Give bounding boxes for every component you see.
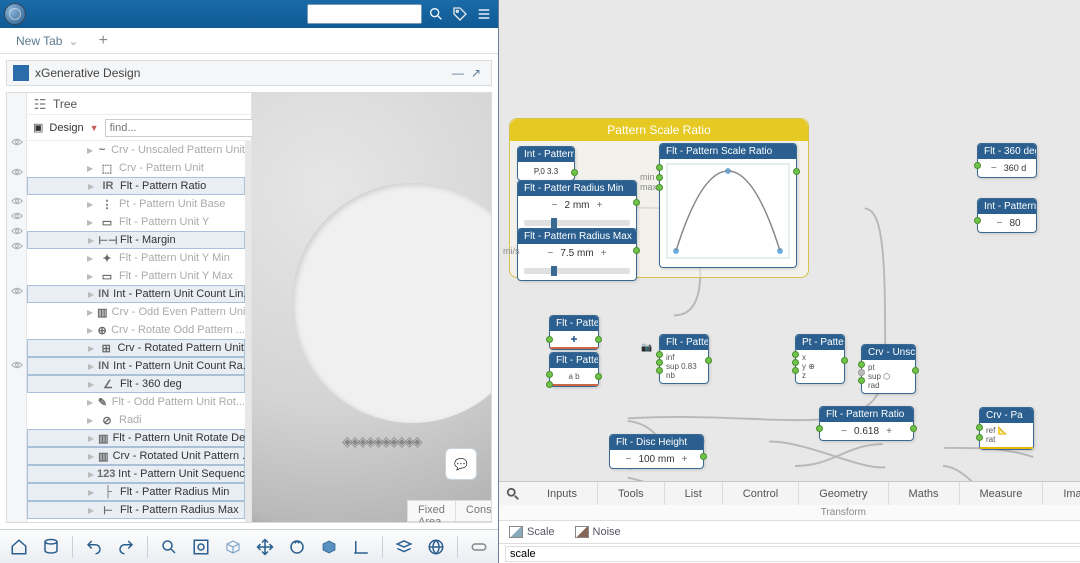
category-tools[interactable]: Tools: [598, 482, 665, 506]
tree-item[interactable]: ▶∠Flt - 360 deg: [27, 375, 245, 393]
tree-item[interactable]: ▶123Int - Pattern Unit Sequence: [27, 465, 245, 483]
pattern-preview: ◈◈◈◈◈◈◈◈◈◈: [342, 433, 420, 450]
tree-item[interactable]: ▶▥Flt - Pattern Unit Rotate Deg: [27, 429, 245, 447]
chat-button[interactable]: 💬: [445, 448, 477, 480]
pan-button[interactable]: [252, 534, 278, 560]
tree-item[interactable]: ▶⬚Crv - Pattern Unit: [27, 159, 245, 177]
toggle-button[interactable]: [466, 534, 492, 560]
world-button[interactable]: [423, 534, 449, 560]
menu-icon[interactable]: [474, 4, 494, 24]
layers-button[interactable]: [391, 534, 417, 560]
subtab-fixed-area[interactable]: Fixed Area: [408, 501, 456, 521]
cube-iso-button[interactable]: [220, 534, 246, 560]
rotate-button[interactable]: [284, 534, 310, 560]
node-radius-max[interactable]: Flt - Pattern Radius Max −7.5 mm+: [517, 228, 637, 281]
new-tab-button[interactable]: +: [99, 32, 108, 50]
category-control[interactable]: Control: [723, 482, 799, 506]
axis-button[interactable]: [348, 534, 374, 560]
tree-item[interactable]: ▶✦Flt - Pattern Unit Y Min: [27, 249, 245, 267]
node-int-pattern-ur[interactable]: Int - Pattern Ur −80: [977, 198, 1037, 233]
node-int-pattern[interactable]: Int - Pattern P,0 3.3: [517, 146, 575, 181]
category-maths[interactable]: Maths: [889, 482, 960, 506]
node-disc-height[interactable]: Flt - Disc Height −100 mm+: [609, 434, 704, 469]
subtab-construct[interactable]: Construct: [456, 501, 491, 521]
cube-icon: ▣: [33, 121, 43, 134]
category-list[interactable]: List: [665, 482, 723, 506]
undo-button[interactable]: [81, 534, 107, 560]
compass-logo[interactable]: [4, 3, 26, 25]
tab-label: New Tab: [16, 34, 62, 48]
node-radius-min[interactable]: Flt - Patter Radius Min −2 mm+: [517, 180, 637, 233]
tree-item[interactable]: ▶▥Crv - Rotated Unit Pattern ...: [27, 447, 245, 465]
chevron-down-icon[interactable]: ⌄: [68, 34, 78, 48]
node-search-input[interactable]: [505, 546, 1080, 562]
tag-icon[interactable]: [450, 4, 470, 24]
tree-item[interactable]: ▶⊕Crv - Rotate Odd Pattern ...: [27, 321, 245, 339]
node-flt-patte-2[interactable]: Flt - Patte a b: [549, 352, 599, 387]
global-search-input[interactable]: [307, 4, 422, 24]
subcategory-label: Transform: [499, 505, 1080, 521]
category-images[interactable]: Images: [1043, 482, 1080, 506]
category-inputs[interactable]: Inputs: [527, 482, 598, 506]
tree-item[interactable]: ▶⊘Radi: [27, 411, 245, 429]
tree-item[interactable]: ▶INInt - Pattern Unit Count Lin...: [27, 285, 245, 303]
tree-item[interactable]: ▶✎Flt - Odd Pattern Unit Rot...: [27, 393, 245, 411]
node-360deg[interactable]: Flt - 360 deg −360 d: [977, 143, 1037, 178]
tree-find-input[interactable]: [105, 119, 257, 137]
panel-icon: [13, 65, 29, 81]
tab-new[interactable]: New Tab ⌄: [6, 30, 89, 52]
tree-item[interactable]: ▶├Flt - Patter Radius Min: [27, 483, 245, 501]
tree-item[interactable]: ▶⊞Crv - Rotated Pattern Unit: [27, 339, 245, 357]
tree-item[interactable]: ▶▭Flt - Pattern Unit Y: [27, 213, 245, 231]
design-dropdown[interactable]: ▼: [90, 123, 99, 133]
zoom-button[interactable]: [156, 534, 182, 560]
group-title: Pattern Scale Ratio: [510, 119, 808, 141]
design-label: Design: [49, 122, 83, 134]
home-button[interactable]: [6, 534, 32, 560]
tree-item[interactable]: ▶⊢Flt - Pattern Radius Max: [27, 501, 245, 519]
tree-item[interactable]: ▶~Crv - Unscaled Pattern Unit: [27, 141, 245, 159]
tree-item[interactable]: ▶INInt - Pattern Unit Count Ra...: [27, 357, 245, 375]
tree-item[interactable]: ▶⊢⊣Flt - Margin: [27, 231, 245, 249]
render-cube-button[interactable]: [316, 534, 342, 560]
category-measure[interactable]: Measure: [960, 482, 1044, 506]
node-pt-patter[interactable]: Pt - Patter xy ⊕z: [795, 334, 845, 384]
tool-scale[interactable]: Scale: [509, 526, 555, 538]
panel-title: xGenerative Design: [35, 66, 140, 80]
node-graph-canvas[interactable]: Pattern Scale Ratio Int - Pattern P,0 3.…: [499, 0, 1080, 481]
minimize-button[interactable]: —: [449, 64, 467, 82]
tree-item[interactable]: ▶▭Flt - Pattern Unit Y Max: [27, 267, 245, 285]
tree-tab[interactable]: Tree: [27, 93, 251, 115]
node-pattern-ratio[interactable]: Flt - Pattern Ratio −0.618+: [819, 406, 914, 441]
category-search-icon[interactable]: [499, 482, 527, 506]
node-flt-patte-3[interactable]: Flt - Patte infsup 0.83nb: [659, 334, 709, 384]
tree-item[interactable]: ▶IRFlt - Pattern Ratio: [27, 177, 245, 195]
node-flt-patte-1[interactable]: Flt - Patte ✚: [549, 315, 599, 350]
search-icon[interactable]: [426, 4, 446, 24]
node-scale-ratio[interactable]: Flt - Pattern Scale Ratio min max: [659, 143, 797, 268]
popout-button[interactable]: ↗: [467, 64, 485, 82]
bottom-toolbar: [0, 529, 498, 563]
tool-noise[interactable]: Noise: [575, 526, 621, 538]
redo-button[interactable]: [113, 534, 139, 560]
node-crv-unsc[interactable]: Crv - Unsc ptsup ⬡rad: [861, 344, 916, 394]
database-button[interactable]: [38, 534, 64, 560]
category-geometry[interactable]: Geometry: [799, 482, 888, 506]
panel-header: xGenerative Design — ↗: [6, 60, 492, 86]
fit-button[interactable]: [188, 534, 214, 560]
tree-item[interactable]: ▶▥Crv - Odd Even Pattern Unit: [27, 303, 245, 321]
tree-item[interactable]: ▶⋮Pt - Pattern Unit Base: [27, 195, 245, 213]
node-crv-pa[interactable]: Crv - Pa ref 📐rat: [979, 407, 1034, 450]
